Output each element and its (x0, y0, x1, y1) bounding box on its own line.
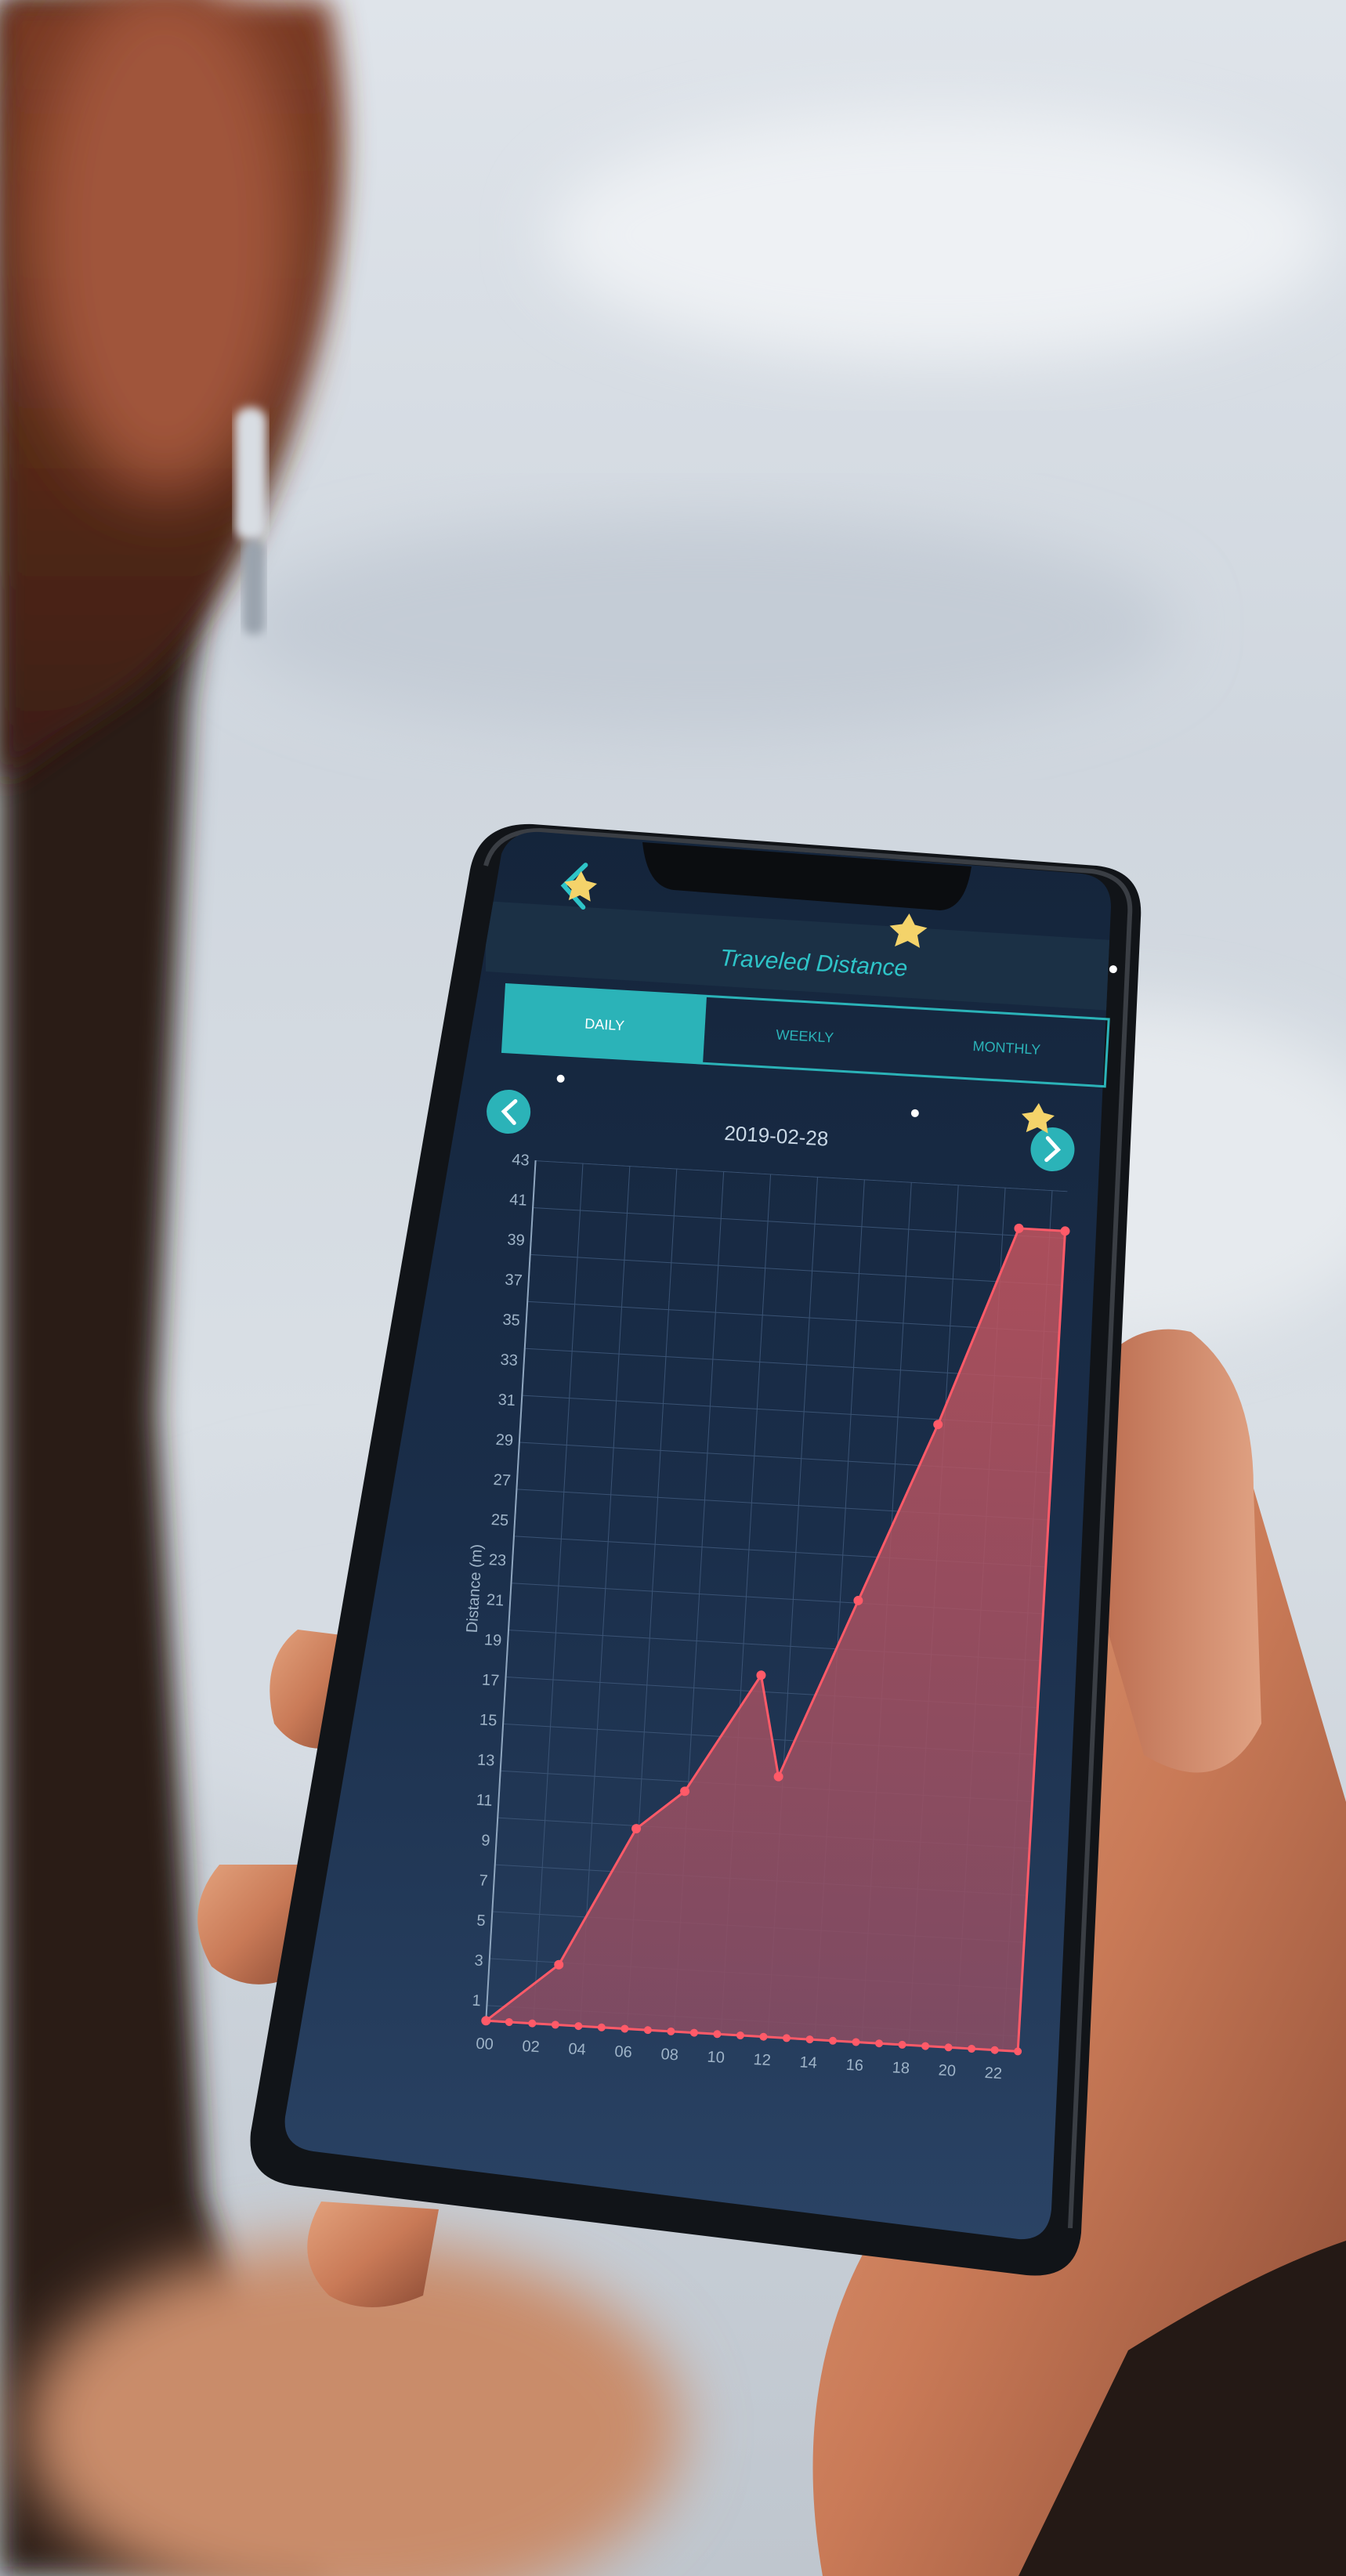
y-tick-label: 27 (493, 1471, 511, 1489)
y-tick-label: 11 (476, 1792, 493, 1810)
tab-label: WEEKLY (776, 1027, 834, 1046)
x-tick-label: 02 (522, 2038, 540, 2056)
tab-daily[interactable]: DAILY (502, 984, 707, 1064)
y-tick-label: 25 (490, 1511, 508, 1529)
y-tick-label: 9 (481, 1832, 490, 1850)
x-tick-label: 08 (660, 2046, 678, 2064)
y-tick-label: 15 (479, 1711, 497, 1729)
x-tick-label: 16 (845, 2057, 863, 2075)
y-tick-label: 43 (512, 1151, 530, 1169)
x-tick-label: 04 (568, 2040, 586, 2058)
tab-weekly[interactable]: WEEKLY (776, 1027, 834, 1046)
y-tick-label: 13 (477, 1752, 495, 1770)
y-tick-label: 23 (488, 1551, 506, 1569)
x-tick-label: 14 (799, 2053, 817, 2071)
y-tick-label: 31 (498, 1391, 516, 1409)
photo-scene: Traveled Distance DAILY WEEKLY MONTHLY 2… (0, 0, 1346, 2576)
tab-label: DAILY (584, 1015, 625, 1033)
y-tick-label: 29 (495, 1431, 513, 1449)
x-tick-label: 00 (476, 2035, 494, 2053)
y-tick-label: 33 (500, 1351, 518, 1369)
y-tick-label: 37 (505, 1272, 523, 1290)
y-tick-label: 21 (486, 1591, 504, 1609)
x-tick-label: 18 (892, 2059, 910, 2077)
x-tick-label: 10 (707, 2049, 725, 2067)
y-tick-label: 17 (481, 1671, 499, 1689)
y-tick-label: 1 (472, 1992, 481, 2010)
x-tick-label: 06 (614, 2043, 632, 2061)
y-tick-label: 3 (474, 1952, 483, 1970)
y-tick-label: 7 (479, 1872, 488, 1890)
y-tick-label: 35 (502, 1312, 520, 1330)
y-tick-label: 5 (476, 1912, 486, 1930)
phone: Traveled Distance DAILY WEEKLY MONTHLY 2… (250, 823, 1142, 2276)
x-tick-label: 12 (753, 2051, 771, 2069)
y-tick-label: 19 (483, 1631, 501, 1649)
x-tick-label: 22 (984, 2064, 1002, 2082)
x-tick-label: 20 (938, 2062, 956, 2080)
y-tick-label: 41 (509, 1191, 527, 1209)
y-tick-label: 39 (507, 1232, 525, 1250)
distance-chart: 135791113151719212325272931333537394143 … (464, 1151, 1070, 2082)
